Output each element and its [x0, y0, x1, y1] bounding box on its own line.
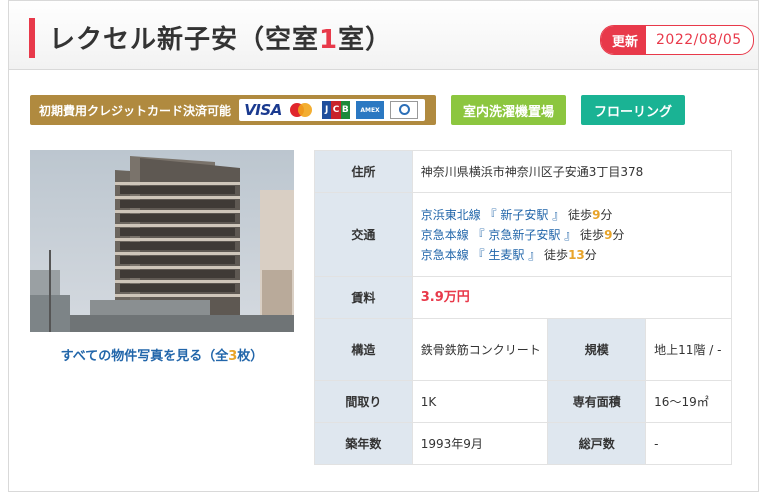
jcb-letter: B	[340, 101, 350, 119]
walk-unit: 分	[600, 207, 613, 222]
walk-prefix: 徒歩	[544, 247, 569, 262]
station-link[interactable]: 『 新子安駅 』	[485, 208, 565, 222]
walk-unit: 分	[584, 247, 597, 262]
building-photo-image	[30, 150, 294, 332]
train-line-link[interactable]: 京浜東北線	[421, 208, 481, 222]
transit-label: 交通	[314, 192, 413, 277]
station-link[interactable]: 『 京急新子安駅 』	[473, 228, 577, 242]
station-link[interactable]: 『 生麦駅 』	[473, 248, 541, 262]
mastercard-logo-icon	[286, 101, 317, 119]
title-text-prefix: レクセル新子安（空室	[49, 25, 320, 55]
walk-prefix: 徒歩	[568, 207, 593, 222]
built-label: 築年数	[314, 422, 413, 465]
amex-logo-icon: AMEX	[356, 101, 385, 119]
rent-value: 3.9万円	[420, 290, 470, 305]
walk-prefix: 徒歩	[580, 227, 605, 242]
credit-card-tag: 初期費用クレジットカード決済可能 VISA J C B AMEX	[30, 95, 436, 125]
rent-label: 賃料	[314, 276, 413, 319]
table-row: 賃料 3.9万円	[314, 276, 733, 319]
units-value: -	[645, 422, 732, 465]
table-row: 構造 鉄骨鉄筋コンクリート 規模 地上11階 / -	[314, 318, 732, 381]
rent-cell: 3.9万円	[411, 276, 733, 319]
walk-minutes: 13	[568, 247, 585, 262]
vacant-count: 1	[319, 25, 339, 55]
area-label: 専有面積	[547, 380, 647, 423]
property-photo[interactable]	[30, 150, 294, 332]
units-label: 総戸数	[547, 422, 647, 465]
table-row: 間取り 1K 専有面積 16～19㎡	[314, 380, 732, 423]
card-brand-logos: VISA J C B AMEX	[239, 99, 426, 121]
structure-label: 構造	[314, 318, 413, 381]
flooring-tag: フローリング	[581, 95, 685, 125]
table-row: 住所 神奈川県横浜市神奈川区子安通3丁目378	[314, 150, 733, 193]
update-date: 2022/08/05	[656, 32, 742, 48]
laundry-tag: 室内洗濯機置場	[451, 95, 566, 125]
address-label: 住所	[314, 150, 413, 193]
property-details-table: 住所 神奈川県横浜市神奈川区子安通3丁目378 交通 京浜東北線 『 新子安駅 …	[314, 150, 733, 465]
table-row: 交通 京浜東北線 『 新子安駅 』 徒歩9分 京急本線 『 京急新子安駅 』 徒…	[314, 192, 733, 277]
transit-line-item: 京急本線 『 生麦駅 』 徒歩13分	[421, 245, 731, 265]
diners-logo-icon	[390, 101, 419, 119]
update-label: 更新	[601, 26, 647, 54]
property-header: レクセル新子安（空室1室） 更新 2022/08/05	[8, 0, 759, 70]
visa-logo-icon: VISA	[244, 101, 282, 119]
area-value: 16～19㎡	[645, 380, 732, 423]
train-line-link[interactable]: 京急本線	[421, 228, 469, 242]
credit-card-tag-label: 初期費用クレジットカード決済可能	[39, 103, 232, 118]
train-line-link[interactable]: 京急本線	[421, 248, 469, 262]
jcb-logo-icon: J C B	[322, 101, 350, 119]
photo-count: 3	[228, 349, 238, 364]
layout-label: 間取り	[314, 380, 413, 423]
transit-line-item: 京急本線 『 京急新子安駅 』 徒歩9分	[421, 225, 731, 245]
scale-value: 地上11階 / -	[645, 318, 732, 381]
title-accent-bar	[29, 18, 35, 58]
structure-value: 鉄骨鉄筋コンクリート	[411, 318, 549, 381]
title-text-suffix: 室）	[338, 25, 393, 55]
jcb-letter: J	[322, 101, 332, 119]
all-photos-link[interactable]: すべての物件写真を見る（全3枚）	[30, 345, 294, 364]
jcb-letter: C	[331, 101, 341, 119]
transit-value: 京浜東北線 『 新子安駅 』 徒歩9分 京急本線 『 京急新子安駅 』 徒歩9分…	[411, 192, 733, 277]
layout-value: 1K	[411, 380, 549, 423]
table-row: 築年数 1993年9月 総戸数 -	[314, 422, 732, 465]
built-value: 1993年9月	[411, 422, 549, 465]
scale-label: 規模	[547, 318, 647, 381]
all-photos-link-suffix: 枚）	[237, 349, 264, 364]
property-title: レクセル新子安（空室1室）	[49, 19, 392, 56]
transit-line-item: 京浜東北線 『 新子安駅 』 徒歩9分	[421, 205, 731, 225]
walk-unit: 分	[612, 227, 625, 242]
update-badge: 更新 2022/08/05	[600, 25, 754, 55]
all-photos-link-prefix: すべての物件写真を見る（全	[60, 349, 229, 364]
address-value: 神奈川県横浜市神奈川区子安通3丁目378	[411, 150, 733, 193]
